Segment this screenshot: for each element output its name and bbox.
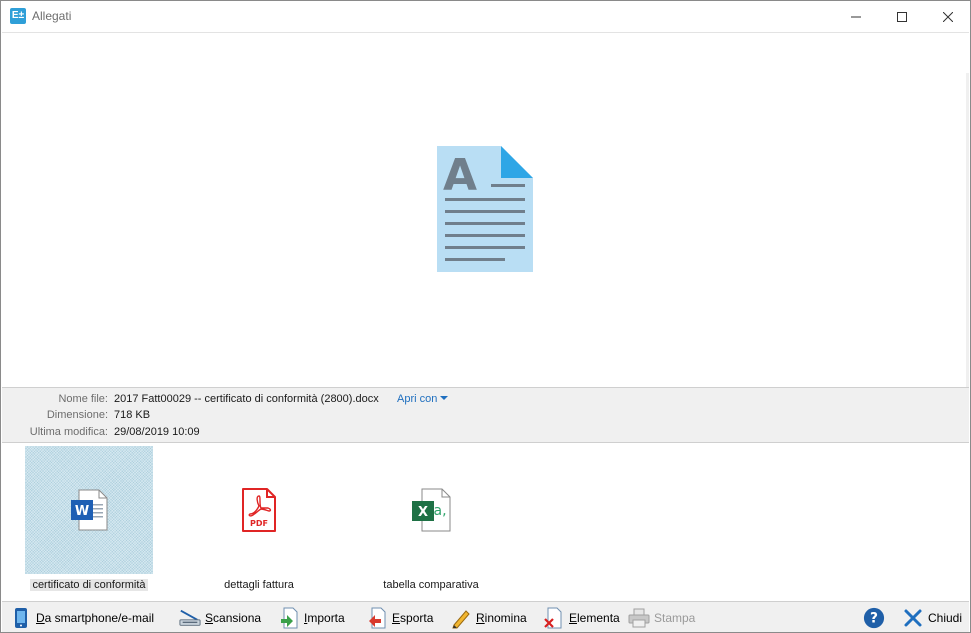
bottom-toolbar: Da smartphone/e-mail Scansiona Importa E… <box>2 601 969 632</box>
file-name-label: Nome file: <box>58 393 108 405</box>
svg-text:W: W <box>75 504 89 519</box>
file-name-row: Nome file: 2017 Fatt00029 -- certificato… <box>2 393 969 409</box>
app-icon: E± <box>10 8 26 24</box>
import-icon <box>278 607 300 629</box>
close-label: Chiudi <box>928 611 963 625</box>
word-document-icon: W <box>71 489 108 531</box>
help-icon: ? <box>863 607 885 629</box>
attachments-window: E± Allegati A Nome file: 2017 Fatt00029 … <box>0 0 971 633</box>
export-icon <box>366 607 388 629</box>
print-button[interactable]: Stampa <box>628 605 695 631</box>
file-modified-row: Ultima modifica: 29/08/2019 10:09 <box>2 426 969 442</box>
scanner-icon <box>179 607 201 629</box>
open-with-link[interactable]: Apri con <box>397 393 449 405</box>
file-tile-excel[interactable]: a, X tabella comparativa <box>367 446 495 594</box>
file-size-value: 718 KB <box>114 409 151 421</box>
delete-button[interactable]: Elementa <box>543 605 620 631</box>
scan-button[interactable]: Scansiona <box>179 605 261 631</box>
print-label: Stampa <box>654 611 696 625</box>
svg-text:a,: a, <box>433 503 446 519</box>
close-window-button[interactable] <box>925 1 971 32</box>
printer-icon <box>628 607 650 629</box>
file-name-caption: certificato di conformità <box>30 579 148 591</box>
file-info-panel: Nome file: 2017 Fatt00029 -- certificato… <box>2 387 969 443</box>
file-thumbnail: PDF <box>195 446 323 574</box>
scan-label: Scansiona <box>205 611 262 625</box>
file-size-label: Dimensione: <box>46 409 108 421</box>
pencil-icon <box>450 607 472 629</box>
minimize-icon <box>851 16 861 17</box>
smartphone-email-label: Da smartphone/e-mail <box>36 611 155 625</box>
maximize-icon <box>897 11 907 22</box>
svg-text:PDF: PDF <box>250 519 268 528</box>
file-preview: A <box>2 32 969 388</box>
window-title: Allegati <box>32 9 72 23</box>
rename-button[interactable]: Rinomina <box>450 605 527 631</box>
attachments-list: W certificato di conformità PDF dettagli… <box>2 444 969 601</box>
svg-text:X: X <box>418 505 428 520</box>
file-thumbnail: W <box>25 446 153 574</box>
pdf-document-icon: PDF <box>242 488 276 532</box>
preview-scrollbar[interactable] <box>966 73 969 388</box>
excel-document-icon: a, X <box>412 488 451 532</box>
minimize-button[interactable] <box>833 1 879 32</box>
title-bar: E± Allegati <box>1 1 970 32</box>
file-thumbnail: a, X <box>367 446 495 574</box>
help-button[interactable]: ? <box>863 605 889 631</box>
smartphone-icon <box>10 607 32 629</box>
svg-text:A: A <box>443 150 477 201</box>
close-x-icon <box>902 607 924 629</box>
file-modified-label: Ultima modifica: <box>29 426 108 438</box>
file-name-caption: dettagli fattura <box>224 579 294 591</box>
export-label: Esporta <box>392 611 434 625</box>
file-name-value: 2017 Fatt00029 -- certificato di conform… <box>114 393 379 405</box>
smartphone-email-button[interactable]: Da smartphone/e-mail <box>10 605 154 631</box>
document-preview-icon: A <box>437 146 533 272</box>
maximize-button[interactable] <box>879 1 925 32</box>
delete-label: Elementa <box>569 611 620 625</box>
delete-file-icon <box>543 607 565 629</box>
close-icon <box>943 11 953 22</box>
file-size-row: Dimensione: 718 KB <box>2 409 969 425</box>
open-with-label: Apri con <box>397 393 438 405</box>
file-tile-pdf[interactable]: PDF dettagli fattura <box>195 446 323 594</box>
svg-text:?: ? <box>870 611 878 627</box>
file-modified-value: 29/08/2019 10:09 <box>114 426 200 438</box>
import-label: Importa <box>304 611 345 625</box>
export-button[interactable]: Esporta <box>366 605 433 631</box>
import-button[interactable]: Importa <box>278 605 345 631</box>
file-name-caption: tabella comparativa <box>383 579 479 591</box>
file-tile-word[interactable]: W certificato di conformità <box>25 446 153 594</box>
close-button[interactable]: Chiudi <box>902 605 962 631</box>
caret-down-icon <box>440 396 449 400</box>
rename-label: Rinomina <box>476 611 527 625</box>
